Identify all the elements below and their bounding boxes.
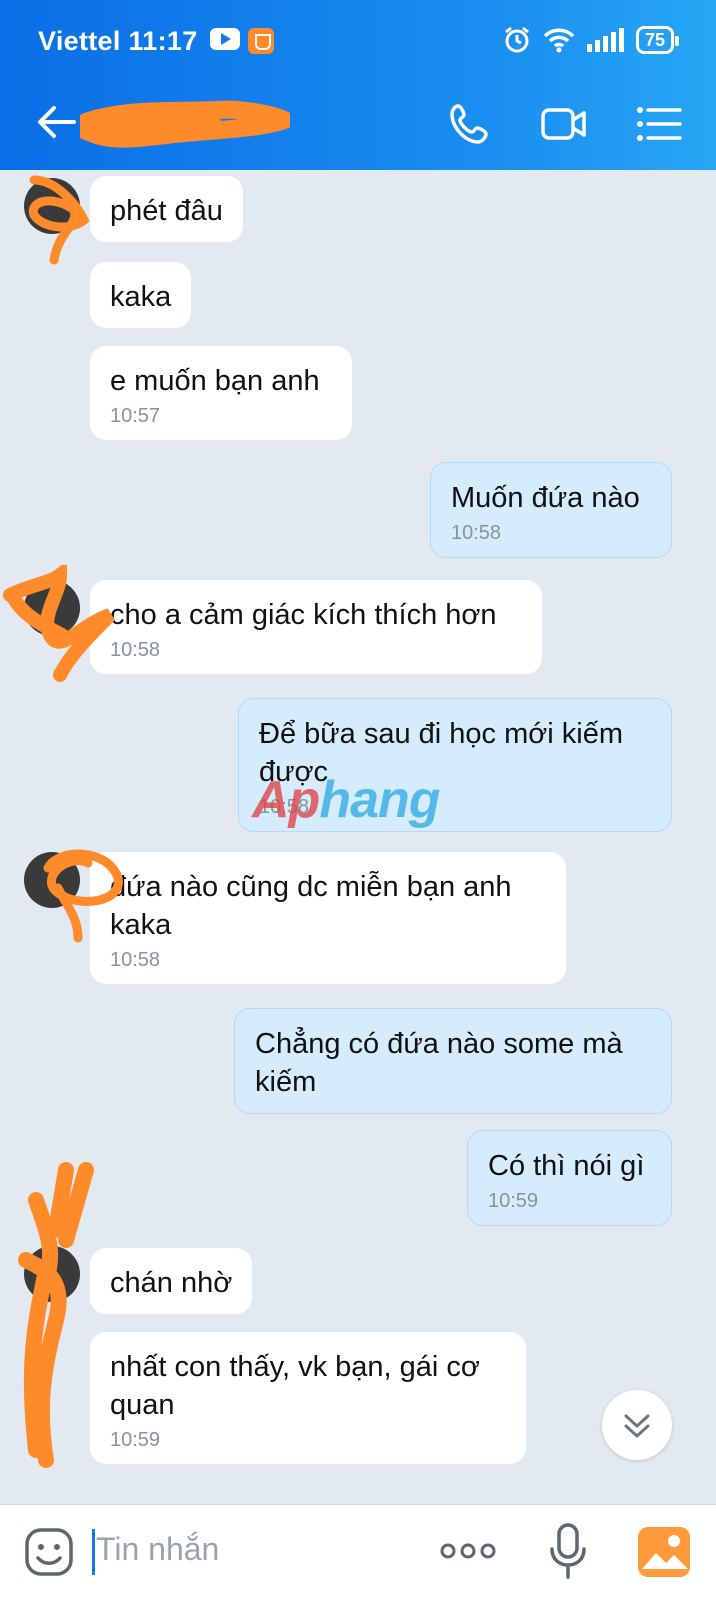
message-bubble-outgoing[interactable]: Có thì nói gì 10:59 [467,1130,672,1226]
redaction-scribble [43,849,123,943]
message-text: Có thì nói gì [488,1150,645,1182]
title-bar [0,80,716,170]
message-bubble-incoming[interactable]: nhất con thấy, vk bạn, gái cơ quan 10:59 [90,1332,526,1464]
microphone-icon[interactable] [546,1521,590,1581]
message-time: 10:57 [110,405,161,427]
chevron-double-down-icon [624,1414,650,1438]
message-input-bar: Tin nhắn [0,1504,716,1600]
message-bubble-incoming[interactable]: cho a cảm giác kích thích hơn 10:58 [90,580,542,674]
message-text: e muốn bạn anh [110,365,320,397]
message-text: nhất con thấy, vk bạn, gái cơ quan [110,1351,480,1421]
message-bubble-incoming[interactable]: kaka [90,262,192,328]
status-carrier-time: Viettel 11:17 [38,26,198,56]
alarm-icon [505,26,529,53]
message-time: 10:59 [110,1429,161,1451]
text-cursor [92,1529,95,1575]
video-camera-icon[interactable] [540,100,588,148]
gallery-icon[interactable] [636,1525,692,1579]
message-text: phét đâu [110,195,223,227]
message-time: 10:59 [488,1190,539,1212]
message-bubble-outgoing[interactable]: Chẳng có đứa nào some mà kiếm [234,1008,672,1114]
message-bubble-incoming[interactable]: đứa nào cũng dc miễn bạn anh kaka 10:58 [90,852,566,984]
battery-indicator: 75 [635,26,680,54]
more-dots-icon[interactable] [440,1539,496,1563]
message-input[interactable]: Tin nhắn [96,1531,219,1568]
message-bubble-incoming[interactable]: e muốn bạn anh 10:57 [90,346,352,440]
message-text: Muốn đứa nào [451,482,640,514]
chat-header: Viettel 11:17 75 [0,0,716,170]
message-time: 10:58 [110,639,161,661]
signal-icon [586,28,624,52]
status-bar: Viettel 11:17 75 [0,0,716,80]
message-text: đứa nào cũng dc miễn bạn anh kaka [110,871,512,941]
list-menu-icon[interactable] [634,100,682,148]
message-bubble-incoming[interactable]: chán nhờ [90,1248,253,1314]
message-text: cho a cảm giác kích thích hơn [110,599,497,631]
message-bubble-outgoing[interactable]: Muốn đứa nào 10:58 [430,462,672,558]
arrow-left-icon[interactable] [34,100,78,144]
message-time: 10:58 [110,949,161,971]
message-text: Chẳng có đứa nào some mà kiếm [255,1028,623,1098]
scroll-to-bottom-button[interactable] [602,1390,672,1460]
redaction-scribble [80,100,290,148]
redaction-scribble [3,565,115,682]
notification-app-icon [248,28,274,54]
message-list[interactable]: phét đâu kaka e muốn bạn anh 10:57 Muốn … [0,170,716,1504]
wifi-icon [543,28,575,53]
message-text: kaka [110,281,172,313]
watermark-logo: Aphang [252,771,441,829]
message-text: chán nhờ [110,1267,233,1299]
emoji-icon[interactable] [24,1527,74,1577]
message-time: 10:58 [451,522,502,544]
phone-icon[interactable] [446,100,494,148]
youtube-icon [210,28,240,50]
message-bubble-incoming[interactable]: phét đâu [90,176,243,242]
